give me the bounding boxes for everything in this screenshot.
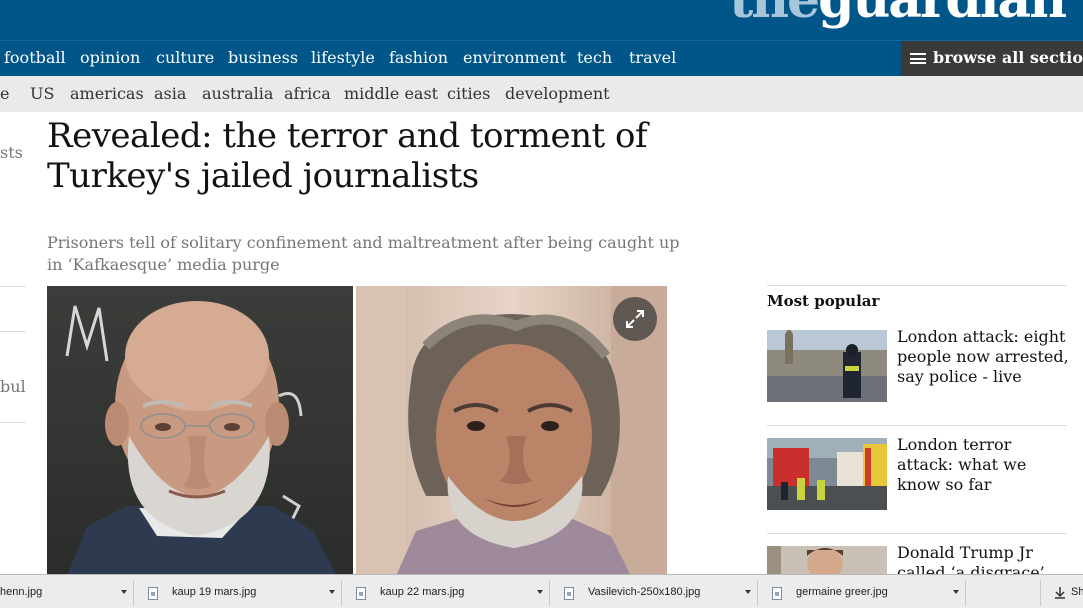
- nav-item-culture[interactable]: culture: [156, 48, 214, 67]
- nav-item-tech[interactable]: tech: [577, 48, 612, 67]
- guardian-logo[interactable]: theguardian: [729, 0, 1067, 26]
- left-divider: [0, 286, 26, 287]
- chevron-down-icon[interactable]: [745, 590, 751, 594]
- menu-icon: [910, 53, 926, 64]
- left-fragment-1[interactable]: sts: [0, 143, 23, 162]
- nav-item-business[interactable]: business: [228, 48, 298, 67]
- nav-item-travel[interactable]: travel: [629, 48, 676, 67]
- headline-line-1: Revealed: the terror and torment of: [47, 116, 648, 156]
- most-popular-divider: [767, 533, 1067, 534]
- article-headline: Revealed: the terror and torment of Turk…: [47, 116, 687, 196]
- show-all-downloads-button[interactable]: Sh: [1040, 580, 1083, 606]
- chevron-down-icon[interactable]: [121, 590, 127, 594]
- download-item[interactable]: kaup 22 mars.jpg: [344, 580, 550, 606]
- file-icon: [356, 587, 366, 600]
- subnav-item-cities[interactable]: cities: [447, 84, 490, 103]
- most-popular-thumbnail[interactable]: [767, 330, 887, 402]
- subnav-item-middle-east[interactable]: middle east: [344, 84, 438, 103]
- logo-guardian: guardian: [818, 0, 1067, 30]
- nav-item-football[interactable]: football: [4, 48, 66, 67]
- masthead: theguardian: [0, 0, 1083, 40]
- nav-item-opinion[interactable]: opinion: [80, 48, 140, 67]
- nav-item-lifestyle[interactable]: lifestyle: [311, 48, 375, 67]
- most-popular-divider: [767, 425, 1067, 426]
- expand-image-button[interactable]: [613, 297, 657, 341]
- nav-item-environment[interactable]: environment: [463, 48, 566, 67]
- most-popular-thumbnail[interactable]: [767, 438, 887, 510]
- secondary-nav: e US americas asia australia africa midd…: [0, 76, 1083, 112]
- article-standfirst: Prisoners tell of solitary confinement a…: [47, 233, 680, 274]
- left-clipped-column: sts bul: [0, 112, 28, 572]
- subnav-item-us[interactable]: US: [30, 84, 54, 103]
- subnav-item-africa[interactable]: africa: [284, 84, 331, 103]
- logo-the: the: [729, 0, 820, 30]
- download-filename: henn.jpg: [0, 586, 43, 598]
- download-icon: [1055, 587, 1065, 599]
- left-divider: [0, 422, 26, 423]
- download-item[interactable]: Vasilevich-250x180.jpg: [552, 580, 758, 606]
- download-filename: kaup 19 mars.jpg: [172, 586, 257, 598]
- download-item[interactable]: kaup 19 mars.jpg: [136, 580, 342, 606]
- most-popular-thumbnail[interactable]: [767, 546, 887, 574]
- download-filename: kaup 22 mars.jpg: [380, 586, 465, 598]
- expand-icon: [626, 310, 644, 328]
- headline-line-2: Turkey's jailed journalists: [47, 156, 479, 196]
- download-item[interactable]: henn.jpg: [0, 580, 134, 606]
- subnav-item-fragment[interactable]: e: [0, 84, 9, 103]
- nav-item-fashion[interactable]: fashion: [389, 48, 448, 67]
- most-popular-top-rule: [767, 285, 1067, 286]
- browse-label: browse all sections: [933, 48, 1083, 67]
- download-filename: germaine greer.jpg: [796, 586, 888, 598]
- subnav-item-australia[interactable]: australia: [202, 84, 273, 103]
- most-popular-title[interactable]: London terror attack: what we know so fa…: [897, 435, 1072, 495]
- left-divider: [0, 331, 26, 332]
- left-fragment-2[interactable]: bul: [0, 377, 26, 396]
- download-item[interactable]: germaine greer.jpg: [760, 580, 966, 606]
- chevron-down-icon[interactable]: [537, 590, 543, 594]
- subnav-item-americas[interactable]: americas: [70, 84, 144, 103]
- chevron-down-icon[interactable]: [329, 590, 335, 594]
- download-filename: Vasilevich-250x180.jpg: [588, 586, 701, 598]
- show-all-label: Sh: [1071, 586, 1083, 598]
- browse-all-sections-button[interactable]: browse all sections: [901, 41, 1083, 76]
- most-popular-title[interactable]: London attack: eight people now arrested…: [897, 327, 1072, 387]
- file-icon: [772, 587, 782, 600]
- subnav-item-asia[interactable]: asia: [154, 84, 186, 103]
- portrait-left-drawing: [65, 301, 337, 576]
- file-icon: [148, 587, 158, 600]
- article-photo-left[interactable]: [47, 286, 353, 576]
- most-popular-heading: Most popular: [767, 292, 880, 310]
- file-icon: [564, 587, 574, 600]
- chevron-down-icon[interactable]: [953, 590, 959, 594]
- subnav-item-development[interactable]: development: [505, 84, 610, 103]
- downloads-bar: henn.jpg kaup 19 mars.jpg kaup 22 mars.j…: [0, 574, 1083, 608]
- primary-nav: football opinion culture business lifest…: [0, 40, 1083, 76]
